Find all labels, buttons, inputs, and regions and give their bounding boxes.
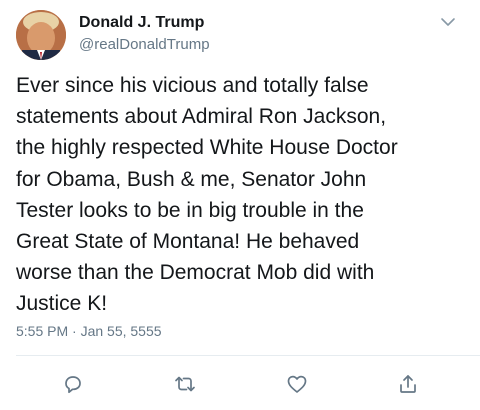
- display-name[interactable]: Donald J. Trump: [79, 14, 204, 32]
- share-icon[interactable]: [396, 372, 420, 396]
- divider: [16, 355, 480, 356]
- tweet-card: Donald J. Trump @realDonaldTrump Ever si…: [0, 0, 480, 410]
- avatar[interactable]: [16, 10, 66, 60]
- tweet-timestamp[interactable]: 5:55 PM · Jan 55, 5555: [16, 323, 162, 339]
- avatar-portrait: [16, 10, 66, 60]
- user-handle[interactable]: @realDonaldTrump: [79, 36, 210, 53]
- tweet-text: Ever since his vicious and totally false…: [16, 74, 398, 316]
- retweet-icon[interactable]: [173, 372, 197, 396]
- reply-icon[interactable]: [61, 372, 85, 396]
- chevron-down-icon[interactable]: [438, 14, 458, 30]
- heart-icon[interactable]: [285, 372, 309, 396]
